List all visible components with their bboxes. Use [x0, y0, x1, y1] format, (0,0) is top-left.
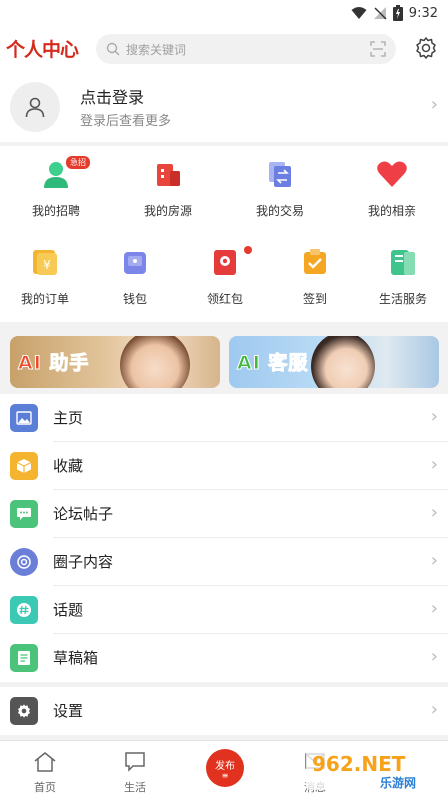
home-icon — [34, 752, 56, 772]
chevron-right-icon: › — [430, 406, 438, 427]
grid-label: 签到 — [302, 292, 327, 306]
tab-label: 生活 — [124, 781, 146, 794]
chevron-right-icon: › — [430, 699, 438, 720]
banner-portrait — [120, 336, 190, 388]
new-badge: 急招 — [66, 156, 90, 169]
hashtag-icon — [10, 596, 38, 624]
search-placeholder: 搜索关键词 — [126, 42, 187, 57]
chevron-right-icon: › — [430, 502, 438, 523]
grid-label: 我的相亲 — [367, 204, 416, 218]
banner-ai-service[interactable]: AI 客服 — [229, 336, 439, 388]
menu-label: 草稿箱 — [53, 649, 99, 667]
grid-label: 我的房源 — [143, 204, 192, 218]
heart-icon — [377, 161, 407, 187]
page-title: 个人中心 — [6, 39, 79, 61]
status-bar: 9:32 — [0, 0, 448, 26]
house-icon — [157, 164, 180, 186]
chevron-right-icon: › — [430, 94, 438, 115]
life-service-icon — [391, 250, 415, 275]
watermark-text: 962.NET — [312, 752, 406, 776]
header: 个人中心 搜索关键词 — [0, 26, 448, 72]
gear-icon — [10, 697, 38, 725]
menu-item-topics[interactable]: 话题 › — [0, 586, 448, 634]
grid-item-recruit[interactable]: 急招 我的招聘 — [0, 146, 112, 226]
red-packet-icon — [214, 250, 236, 275]
login-title: 点击登录 — [80, 88, 145, 107]
tab-label: 首页 — [34, 781, 56, 794]
grid-label: 我的招聘 — [31, 204, 80, 218]
menu-label: 论坛帖子 — [53, 505, 114, 523]
grid-item-life-service[interactable]: 生活服务 — [358, 234, 448, 314]
grid-item-checkin[interactable]: 签到 — [270, 234, 360, 314]
tab-home[interactable]: 首页 — [0, 741, 90, 796]
wallet-icon — [124, 252, 146, 274]
checkin-icon — [304, 249, 326, 274]
no-signal-icon — [373, 7, 387, 20]
grid-item-house[interactable]: 我的房源 — [112, 146, 224, 226]
banner-text: AI 助手 — [17, 352, 90, 375]
banner-text: AI 客服 — [236, 352, 309, 375]
menu-label: 圈子内容 — [53, 553, 114, 571]
grid-label: 领红包 — [206, 292, 243, 306]
status-time: 9:32 — [408, 5, 438, 21]
image-icon — [10, 404, 38, 432]
box-icon — [10, 452, 38, 480]
tab-life[interactable]: 生活 — [90, 741, 180, 796]
function-grid: 急招 我的招聘 我的房源 我的交易 我的相亲 ¥ 我的订单 钱包 领红包 签到 … — [0, 146, 448, 322]
grid-label: 我的订单 — [20, 292, 69, 306]
notification-dot — [244, 246, 252, 254]
menu-label: 主页 — [53, 409, 84, 427]
menu-item-forum-posts[interactable]: 论坛帖子 › — [0, 490, 448, 538]
user-icon — [25, 97, 45, 118]
grid-item-dating[interactable]: 我的相亲 — [336, 146, 448, 226]
avatar[interactable] — [10, 82, 60, 132]
chevron-right-icon: › — [430, 454, 438, 475]
publish-label: 发布 — [215, 760, 235, 772]
banner-portrait — [311, 336, 375, 388]
grid-label: 钱包 — [122, 292, 147, 306]
login-subtitle: 登录后查看更多 — [80, 114, 172, 129]
menu-label: 设置 — [53, 702, 84, 720]
watermark-subtext: 乐游网 — [380, 776, 417, 790]
publish-icon: ≡ — [221, 770, 229, 780]
menu-item-settings[interactable]: 设置 › — [0, 687, 448, 735]
grid-label: 生活服务 — [378, 292, 427, 306]
grid-item-orders[interactable]: ¥ 我的订单 — [0, 234, 90, 314]
login-card[interactable]: 点击登录 登录后查看更多 › — [0, 72, 448, 142]
menu-label: 收藏 — [53, 457, 84, 475]
order-icon: ¥ — [33, 250, 57, 275]
chevron-right-icon: › — [430, 646, 438, 667]
draft-icon — [10, 644, 38, 672]
grid-label: 我的交易 — [255, 204, 304, 218]
menu-item-favorites[interactable]: 收藏 › — [0, 442, 448, 490]
menu-item-home[interactable]: 主页 › — [0, 394, 448, 442]
svg-text:¥: ¥ — [43, 258, 51, 272]
banner-ai-assistant[interactable]: AI 助手 — [10, 336, 220, 388]
grid-item-wallet[interactable]: 钱包 — [90, 234, 180, 314]
publish-button[interactable]: 发布 ≡ — [206, 749, 244, 787]
chevron-right-icon: › — [430, 598, 438, 619]
wifi-icon — [351, 7, 367, 19]
grid-item-red-packet[interactable]: 领红包 — [180, 234, 270, 314]
search-input[interactable]: 搜索关键词 — [96, 34, 396, 64]
grid-item-trade[interactable]: 我的交易 — [224, 146, 336, 226]
menu-item-circle-content[interactable]: 圈子内容 › — [0, 538, 448, 586]
chevron-right-icon: › — [430, 550, 438, 571]
search-icon — [106, 42, 120, 56]
trade-icon — [269, 162, 291, 187]
menu-item-drafts[interactable]: 草稿箱 › — [0, 634, 448, 682]
battery-icon — [392, 5, 403, 21]
message-square-icon — [125, 752, 145, 772]
circle-icon — [10, 548, 38, 576]
chat-icon — [10, 500, 38, 528]
menu-label: 话题 — [53, 601, 84, 619]
scan-icon[interactable] — [370, 41, 386, 57]
gear-icon[interactable] — [414, 36, 438, 60]
